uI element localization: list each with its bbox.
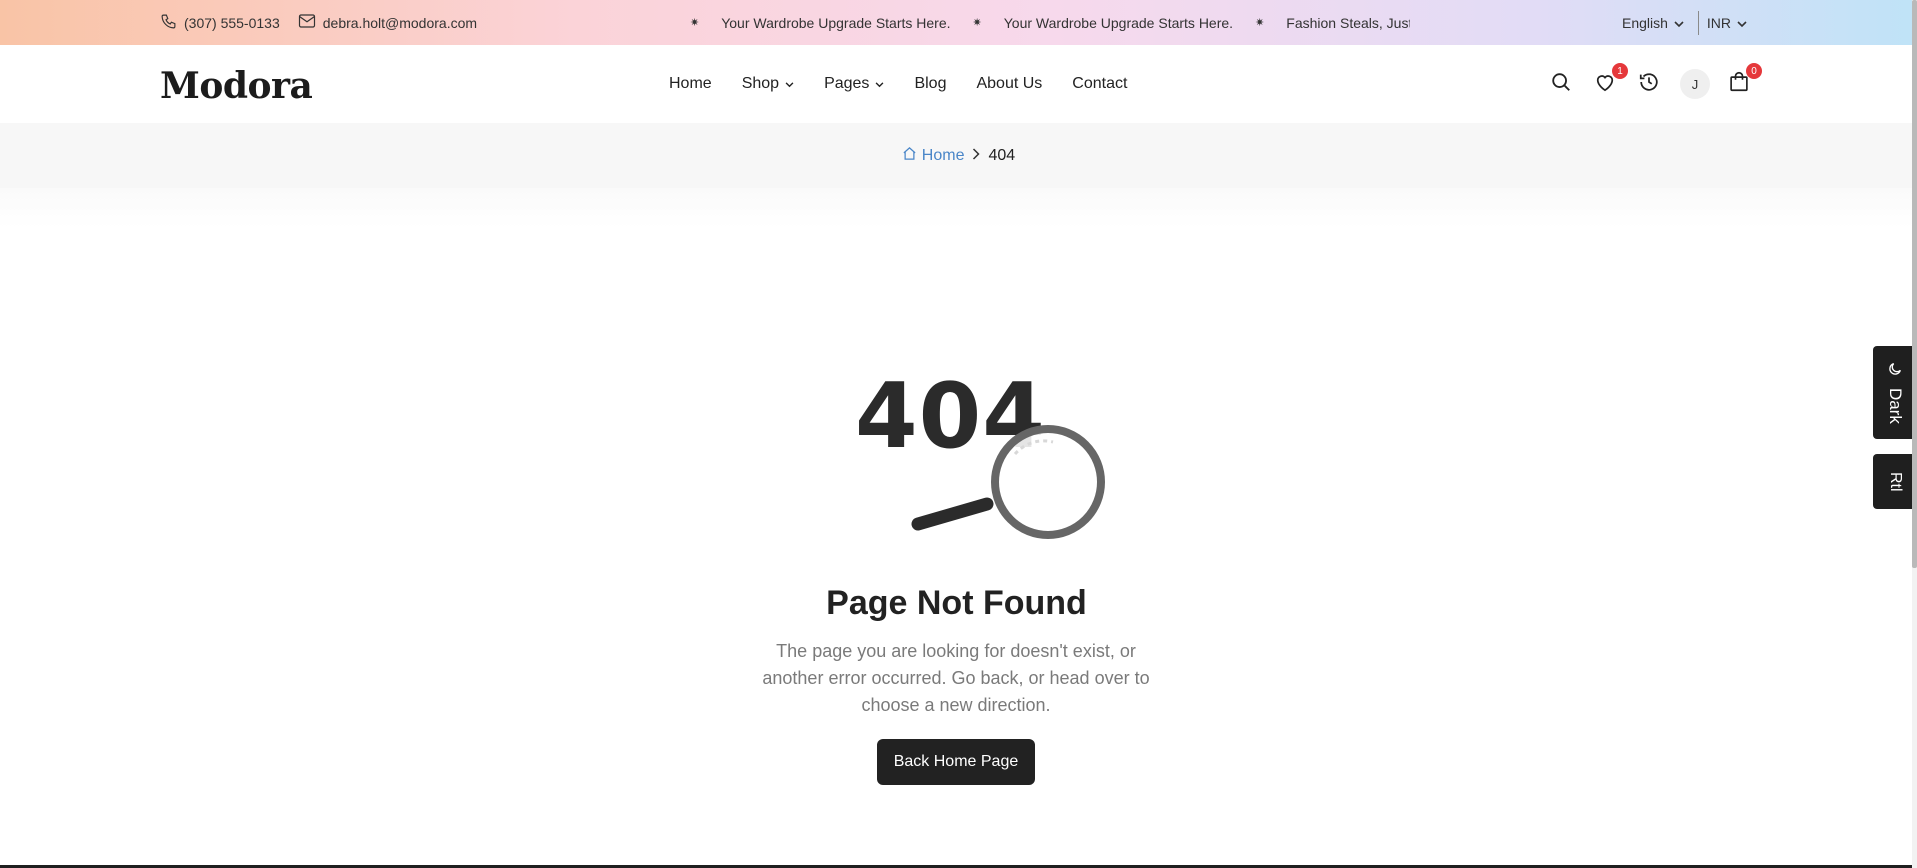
dark-mode-toggle[interactable]: Dark bbox=[1873, 346, 1917, 439]
phone-number: (307) 555-0133 bbox=[184, 14, 280, 31]
divider bbox=[1697, 10, 1699, 35]
nav-label: Pages bbox=[824, 75, 870, 92]
page-title: Page Not Found bbox=[826, 584, 1087, 622]
announcement-marquee: ✷ Your Wardrobe Upgrade Starts Here. ✷ Y… bbox=[690, 0, 1410, 45]
announcement-text: Your Wardrobe Upgrade Starts Here. bbox=[721, 14, 951, 31]
nav-label: Contact bbox=[1072, 75, 1128, 92]
scrollbar-thumb[interactable] bbox=[1912, 0, 1917, 568]
chevron-down-icon bbox=[785, 75, 794, 93]
chevron-down-icon bbox=[875, 75, 884, 93]
announcement-text: Your Wardrobe Upgrade Starts Here. bbox=[1003, 14, 1234, 31]
error-description: The page you are looking for doesn't exi… bbox=[762, 641, 1150, 715]
announcement-text: Fashion Steals, Just for Y bbox=[1286, 14, 1410, 31]
currency-label: INR bbox=[1706, 14, 1732, 31]
language-label: English bbox=[1622, 14, 1668, 31]
chevron-down-icon bbox=[1674, 15, 1684, 31]
nav-item-shop[interactable]: Shop bbox=[742, 75, 794, 93]
breadcrumb-bar: Home 404 bbox=[0, 123, 1917, 188]
breadcrumb-current: 404 bbox=[988, 146, 1016, 164]
history-icon bbox=[1638, 71, 1660, 98]
email-link[interactable]: debra.holt@modora.com bbox=[298, 13, 477, 32]
sparkle-icon: ✷ bbox=[690, 17, 700, 29]
breadcrumb: Home 404 bbox=[0, 123, 1917, 188]
home-icon bbox=[902, 146, 917, 166]
mail-icon bbox=[298, 13, 316, 32]
chevron-right-icon bbox=[972, 147, 981, 165]
wishlist-count-badge: 1 bbox=[1612, 63, 1628, 79]
nav-label: About Us bbox=[976, 75, 1043, 92]
nav-item-blog[interactable]: Blog bbox=[914, 75, 946, 93]
nav-label: Shop bbox=[741, 75, 780, 92]
nav-item-contact[interactable]: Contact bbox=[1072, 75, 1127, 93]
back-home-button[interactable]: Back Home Page bbox=[877, 739, 1035, 785]
avatar[interactable]: J bbox=[1680, 69, 1710, 99]
nav-item-home[interactable]: Home bbox=[669, 75, 712, 93]
dark-mode-label: Dark bbox=[1886, 388, 1905, 424]
sparkle-icon: ✷ bbox=[972, 17, 982, 29]
sparkle-icon: ✷ bbox=[1255, 17, 1265, 29]
rtl-label: Rtl bbox=[1887, 471, 1904, 492]
bag-icon bbox=[1729, 71, 1749, 97]
currency-select[interactable]: INR bbox=[1707, 15, 1747, 31]
phone-icon bbox=[160, 13, 177, 33]
history-button[interactable] bbox=[1636, 71, 1662, 97]
site-header: Modora Home Shop Pages Blog About Us Con… bbox=[0, 45, 1917, 123]
wishlist-button[interactable]: 1 bbox=[1592, 63, 1628, 97]
top-announcement-bar: (307) 555-0133 debra.holt@modora.com ✷ Y… bbox=[0, 0, 1917, 45]
header-actions: 1 J 0 bbox=[1548, 45, 1770, 123]
error-illustration: 404 bbox=[855, 372, 1115, 542]
breadcrumb-home-label: Home bbox=[921, 146, 965, 164]
contact-info: (307) 555-0133 debra.holt@modora.com bbox=[160, 0, 477, 45]
nav-item-about-us[interactable]: About Us bbox=[976, 75, 1042, 93]
search-icon bbox=[1550, 71, 1572, 98]
rtl-toggle[interactable]: Rtl bbox=[1873, 454, 1917, 509]
nav-item-pages[interactable]: Pages bbox=[824, 75, 884, 93]
breadcrumb-home-link[interactable]: Home bbox=[902, 146, 965, 166]
site-logo[interactable]: Modora bbox=[160, 65, 313, 107]
cart-count-badge: 0 bbox=[1746, 63, 1762, 79]
section-divider bbox=[0, 188, 1917, 228]
nav-label: Blog bbox=[914, 75, 947, 92]
nav-label: Home bbox=[669, 75, 712, 92]
locale-selectors: English INR bbox=[1622, 0, 1747, 45]
search-button[interactable] bbox=[1548, 71, 1574, 97]
chevron-down-icon bbox=[1737, 15, 1747, 31]
email-address: debra.holt@modora.com bbox=[322, 14, 478, 31]
language-select[interactable]: English bbox=[1622, 15, 1684, 31]
cart-button[interactable]: 0 bbox=[1726, 63, 1762, 97]
moon-icon bbox=[1887, 361, 1903, 382]
phone-link[interactable]: (307) 555-0133 bbox=[160, 13, 280, 33]
main-nav: Home Shop Pages Blog About Us Contact bbox=[669, 45, 1127, 123]
